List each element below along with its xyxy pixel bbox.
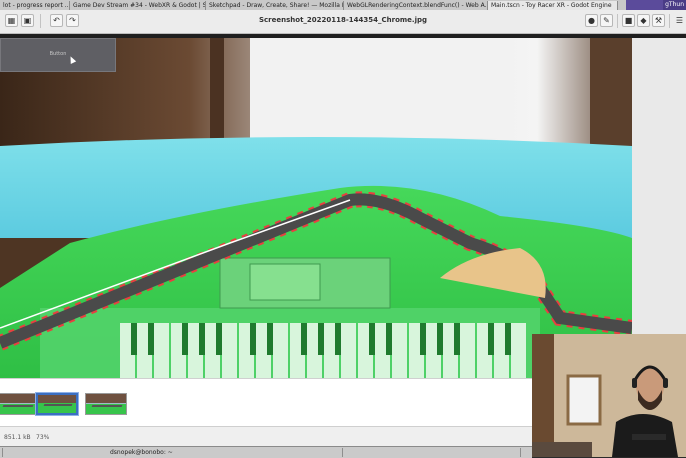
viewer-toolbar: ▦ ▣ ↶ ↷ Screenshot_20220118-144354_Chrom… [0, 10, 686, 34]
file-size: 851.1 kB [4, 434, 31, 441]
taskbar-item-webgl-docs[interactable]: WebGLRenderingContext.blendFunc() - Web … [344, 0, 488, 10]
piano-key [154, 323, 169, 378]
status-bar: 851.1 kB 73% [0, 426, 532, 447]
taskbar-item-thunderbird[interactable]: gThun [663, 0, 686, 10]
piano-key [392, 323, 407, 378]
toolbar-separator [617, 14, 618, 28]
piano-screen [249, 263, 321, 301]
piano-key [222, 323, 237, 378]
piano-key [460, 323, 475, 378]
taskbar-tray [626, 0, 666, 10]
bottom-taskbar: dsnopek@bonobo: ~ [0, 446, 532, 458]
tools-icon[interactable]: ⚒ [652, 14, 665, 27]
zoom-level: 73% [36, 434, 50, 441]
edit-icon[interactable]: ✎ [600, 14, 613, 27]
button[interactable]: Button [0, 38, 116, 72]
piano-key [341, 323, 356, 378]
door-frame [210, 38, 224, 148]
cabinet [590, 38, 632, 148]
thumbnail-selected[interactable] [36, 393, 78, 415]
piano-key [273, 323, 288, 378]
window-light [250, 38, 510, 138]
taskbar-item-godot-engine[interactable]: Main.tscn - Toy Racer XR - Godot Engine [488, 0, 618, 10]
menu-icon[interactable]: ☰ [673, 14, 686, 27]
location-icon[interactable]: ● [585, 14, 598, 27]
thumbnail-strip [0, 378, 532, 427]
tag-icon[interactable]: ◆ [637, 14, 650, 27]
thumbnail[interactable] [0, 393, 38, 415]
taskbar-separator [520, 448, 521, 457]
viewer-title: Screenshot_20220118-144354_Chrome.jpg [258, 16, 428, 24]
thumbnail[interactable] [85, 393, 127, 415]
webcam-overlay [532, 334, 686, 457]
chat-icon[interactable]: ■ [622, 14, 635, 27]
piano-key [511, 323, 526, 378]
terminal-task[interactable]: dsnopek@bonobo: ~ [110, 449, 173, 456]
streamer-webcam [532, 334, 686, 457]
photo-view[interactable] [0, 38, 632, 378]
taskbar-separator [342, 448, 343, 457]
taskbar-item-game-dev-stream[interactable]: Game Dev Stream #34 - WebXR & Godot | Sn… [70, 0, 206, 10]
viewer-margin [632, 38, 686, 378]
taskbar-separator [2, 448, 3, 457]
taskbar-item-sketchpad[interactable]: Sketchpad - Draw, Create, Share! — Mozil… [206, 0, 344, 10]
toolbar-separator [669, 14, 670, 28]
ar-scene-image [0, 38, 632, 378]
taskbar-item-progress-report[interactable]: lot - progress report ...<1> [0, 0, 70, 10]
